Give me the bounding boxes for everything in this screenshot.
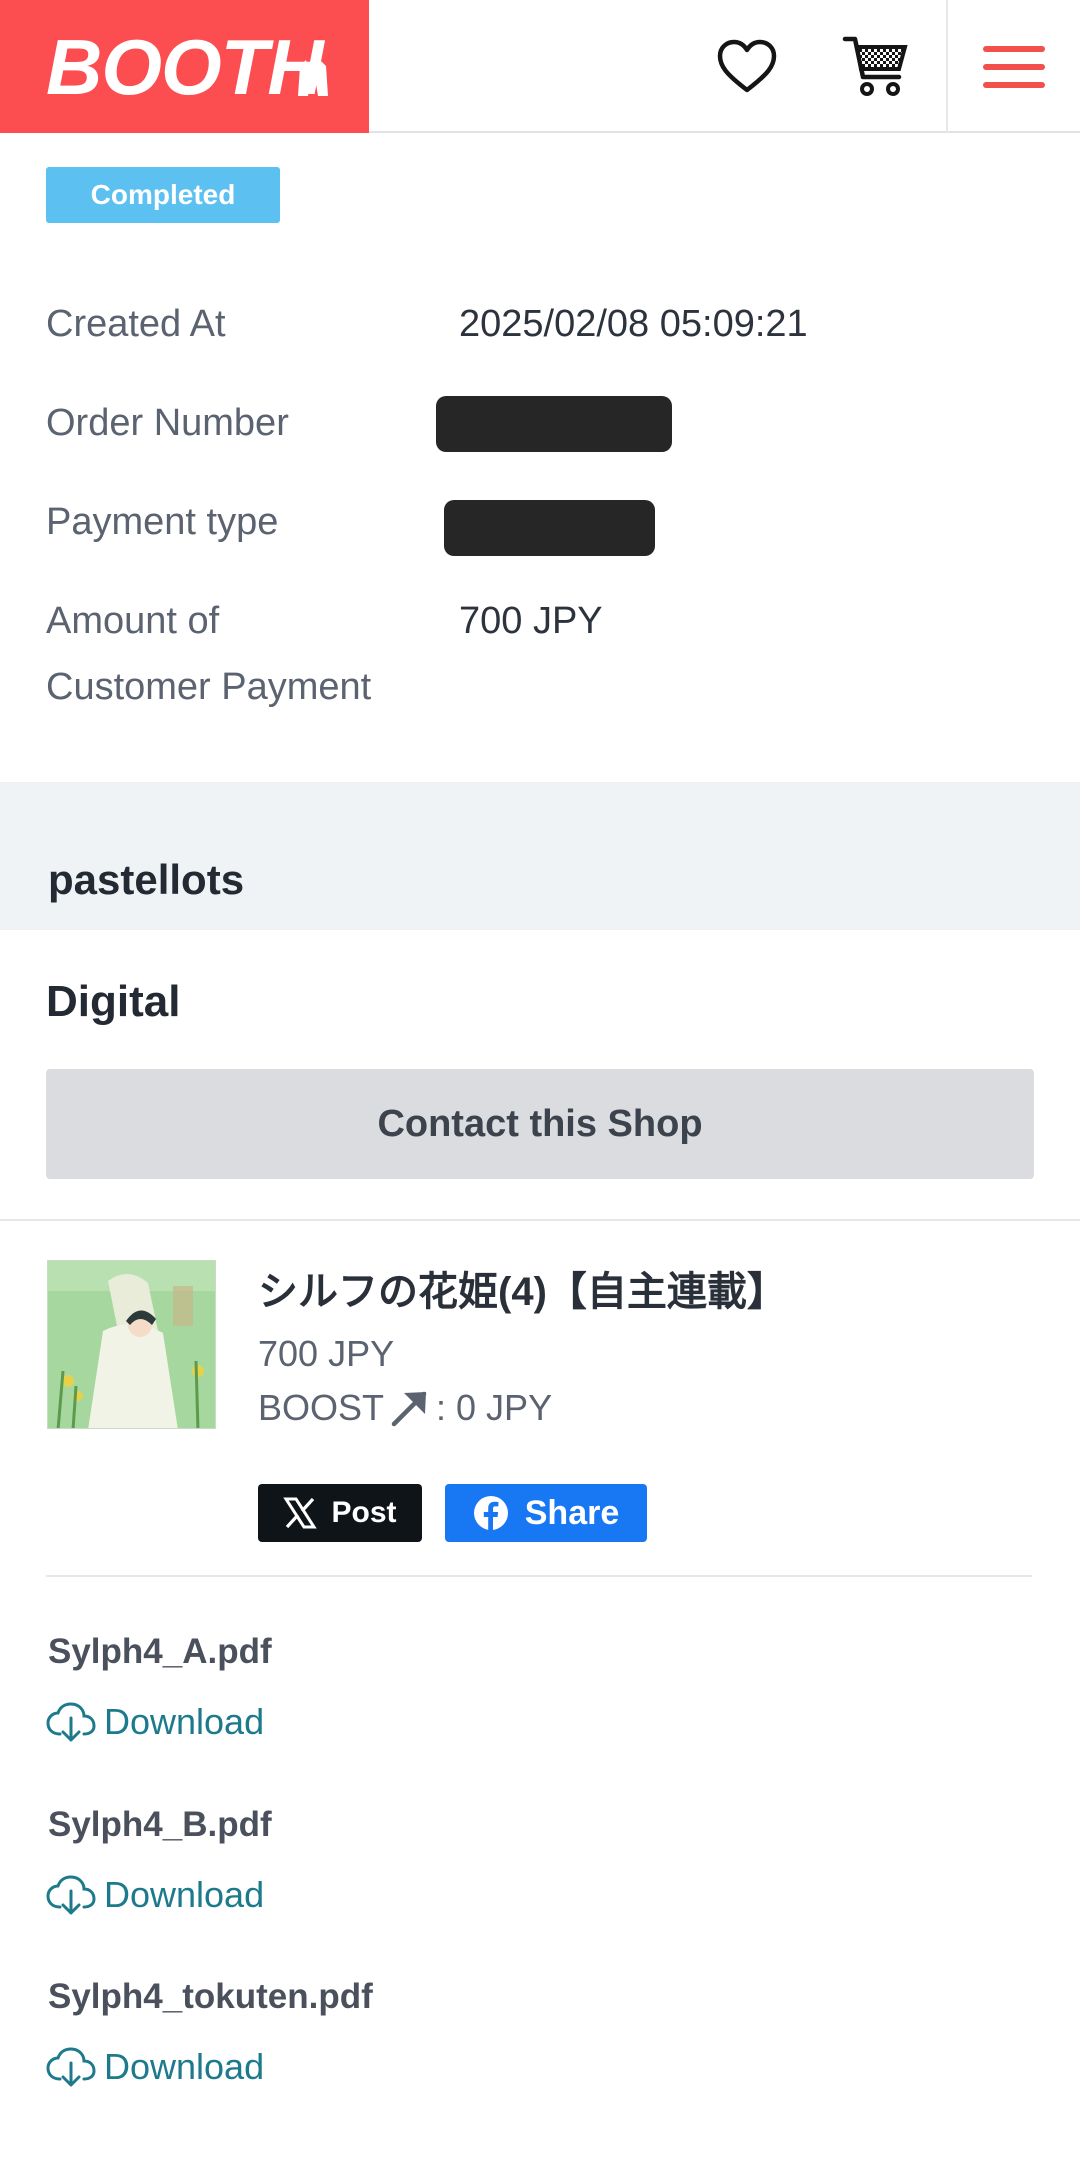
item-title[interactable]: シルフの花姫(4)【自主連載】 bbox=[258, 1262, 787, 1322]
download-label: Download bbox=[104, 1874, 265, 1915]
item-price: 700 JPY bbox=[258, 1333, 395, 1374]
download-link[interactable]: Download bbox=[46, 2041, 264, 2093]
payment-type-label: Payment type bbox=[46, 501, 279, 543]
cloud-download-icon bbox=[46, 1875, 96, 1915]
created-at-value: 2025/02/08 05:09:21 bbox=[459, 303, 808, 345]
payment-type-redacted bbox=[444, 500, 655, 556]
contact-shop-button[interactable]: Contact this Shop bbox=[46, 1069, 1034, 1179]
file-name: Sylph4_A.pdf bbox=[48, 1632, 272, 1671]
file-name: Sylph4_B.pdf bbox=[48, 1805, 272, 1844]
logo-text: BOOTH bbox=[46, 23, 324, 111]
site-header: BOOTH bbox=[0, 0, 1080, 133]
boost-label: BOOST bbox=[258, 1387, 385, 1428]
x-logo-icon bbox=[283, 1497, 318, 1529]
cart-icon bbox=[842, 36, 908, 96]
x-post-button[interactable]: Post bbox=[258, 1484, 422, 1542]
download-label: Download bbox=[104, 2046, 265, 2087]
download-label: Download bbox=[104, 1701, 265, 1742]
boost-value: : 0 JPY bbox=[436, 1387, 553, 1428]
facebook-logo-icon bbox=[473, 1496, 508, 1531]
heart-icon bbox=[717, 39, 777, 93]
shop-name[interactable]: pastellots bbox=[48, 850, 244, 910]
cloud-download-icon bbox=[46, 1702, 96, 1742]
amount-label-line1: Amount of bbox=[46, 600, 220, 642]
divider bbox=[0, 1219, 1080, 1221]
cloud-download-icon bbox=[46, 2047, 96, 2087]
item-cover-image bbox=[48, 1261, 215, 1428]
logo-cat-icon bbox=[298, 60, 328, 96]
download-link[interactable]: Download bbox=[46, 1869, 264, 1921]
download-link[interactable]: Download bbox=[46, 1696, 264, 1748]
file-name: Sylph4_tokuten.pdf bbox=[48, 1977, 373, 2016]
cart-button[interactable] bbox=[838, 28, 914, 104]
order-number-redacted bbox=[436, 396, 672, 452]
divider bbox=[46, 1575, 1032, 1577]
boost-arrow-icon bbox=[391, 1391, 427, 1427]
facebook-share-button[interactable]: Share bbox=[445, 1484, 647, 1542]
amount-label-line2: Customer Payment bbox=[46, 666, 372, 708]
item-thumbnail[interactable] bbox=[47, 1260, 216, 1429]
item-boost: BOOST : 0 JPY bbox=[258, 1380, 552, 1436]
booth-logo[interactable]: BOOTH bbox=[0, 0, 369, 133]
hamburger-menu-icon bbox=[983, 45, 1045, 88]
menu-button[interactable] bbox=[946, 0, 1080, 133]
share-label: Share bbox=[524, 1493, 620, 1532]
created-at-label: Created At bbox=[46, 303, 226, 345]
favorites-button[interactable] bbox=[709, 28, 785, 104]
post-label: Post bbox=[331, 1496, 397, 1529]
amount-value: 700 JPY bbox=[459, 600, 603, 642]
status-badge: Completed bbox=[46, 167, 280, 223]
delivery-type-heading: Digital bbox=[46, 977, 181, 1026]
order-number-label: Order Number bbox=[46, 402, 289, 444]
